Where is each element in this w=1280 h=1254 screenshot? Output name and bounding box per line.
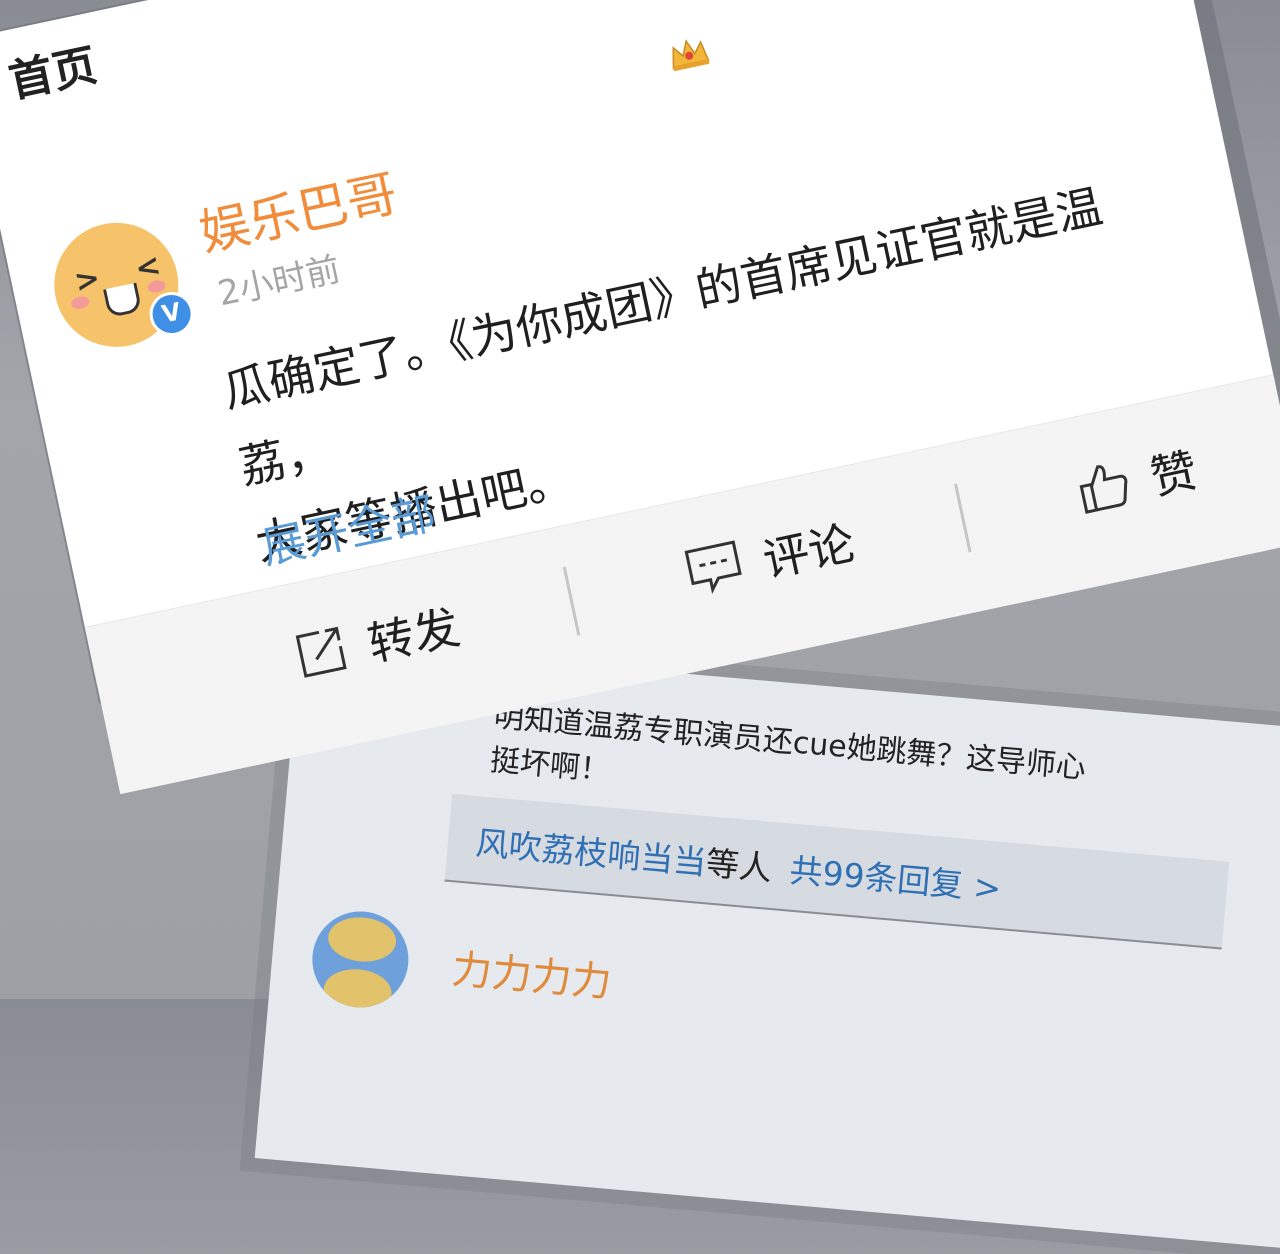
comment-button[interactable]: 评论: [680, 507, 860, 607]
like-button[interactable]: 赞: [1071, 434, 1202, 524]
reply-suffix: 等人: [704, 843, 774, 888]
reply-names[interactable]: 风吹荔枝响当当: [474, 823, 708, 882]
avatar-face: [326, 914, 398, 965]
comment-username[interactable]: 力力力力: [450, 937, 614, 1009]
avatar[interactable]: > <: [42, 211, 190, 359]
reply-summary[interactable]: 风吹荔枝响当当等人 共99条回复 >: [474, 816, 1003, 910]
repost-button[interactable]: 转发: [289, 591, 465, 690]
thumbs-up-icon: [1079, 465, 1128, 514]
reply-count-link[interactable]: 共99条回复 >: [788, 851, 1003, 908]
avatar-eye: >: [71, 260, 104, 301]
comment-icon: [684, 540, 742, 595]
repost-label: 转发: [363, 599, 465, 672]
post-card: 首页 > < V 娱乐巴哥 2小时前 瓜确定了。《为你成团》的首席见证官就是温荔…: [0, 0, 1280, 795]
avatar-face: [321, 966, 394, 1012]
divider: [954, 483, 972, 553]
crown-icon: [672, 39, 710, 72]
page-title[interactable]: 首页: [2, 29, 102, 110]
like-label: 赞: [1145, 442, 1202, 506]
avatar-mouth: [103, 282, 143, 319]
comment-label: 评论: [758, 515, 860, 588]
divider: [562, 566, 581, 636]
avatar[interactable]: [308, 907, 413, 1012]
share-icon: [295, 626, 347, 678]
avatar-blush: [70, 294, 91, 311]
